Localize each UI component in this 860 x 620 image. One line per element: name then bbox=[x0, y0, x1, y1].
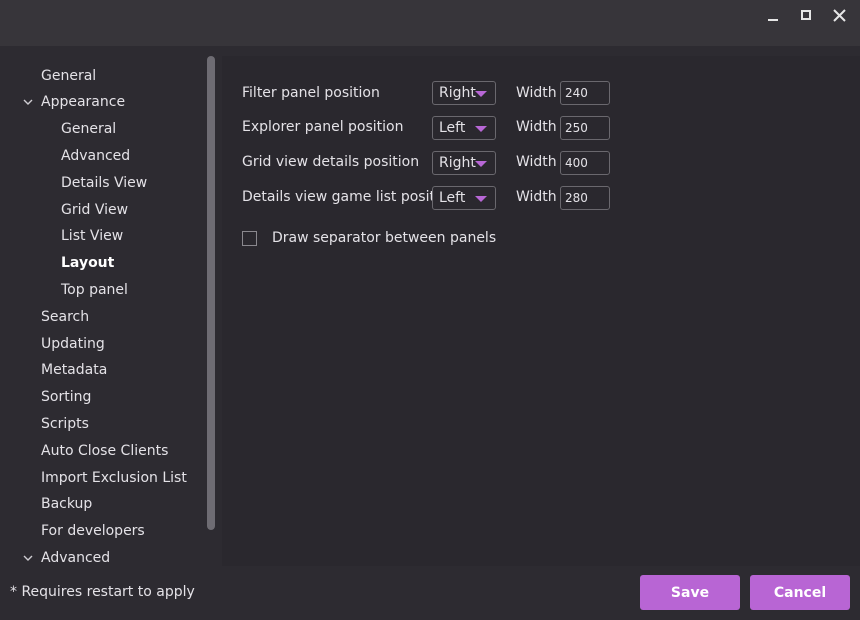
sidebar-item-for-developers[interactable]: For developers bbox=[41, 521, 145, 541]
sidebar-item-updating[interactable]: Updating bbox=[41, 334, 105, 354]
draw-separator-label[interactable]: Draw separator between panels bbox=[272, 228, 496, 248]
sidebar-item-advanced[interactable]: Advanced bbox=[41, 548, 110, 566]
close-icon[interactable] bbox=[828, 6, 850, 24]
sidebar-item-details-view[interactable]: Details View bbox=[61, 173, 147, 193]
title-bar bbox=[0, 0, 860, 46]
grid-view-details-position-select[interactable]: Right bbox=[432, 151, 496, 175]
chevron-down-icon[interactable] bbox=[22, 96, 34, 108]
sidebar-item-layout[interactable]: Layout bbox=[61, 253, 114, 273]
sidebar-item-sorting[interactable]: Sorting bbox=[41, 387, 91, 407]
save-button[interactable]: Save bbox=[640, 575, 740, 610]
sidebar-item-auto-close-clients[interactable]: Auto Close Clients bbox=[41, 441, 168, 461]
sidebar-item-appearance[interactable]: Appearance bbox=[41, 92, 125, 112]
explorer-panel-position-select[interactable]: Left bbox=[432, 116, 496, 140]
sidebar-item-search[interactable]: Search bbox=[41, 307, 89, 327]
filter-panel-position-select[interactable]: Right bbox=[432, 81, 496, 105]
sidebar-item-top-panel[interactable]: Top panel bbox=[61, 280, 128, 300]
sidebar-item-backup[interactable]: Backup bbox=[41, 494, 92, 514]
filter-panel-width-label: Width bbox=[516, 85, 557, 101]
explorer-panel-width-label: Width bbox=[516, 119, 557, 135]
filter-panel-width-input[interactable] bbox=[560, 81, 610, 105]
dropdown-arrow-icon bbox=[475, 161, 487, 167]
explorer-panel-width-input[interactable] bbox=[560, 116, 610, 140]
grid-view-details-width-label: Width bbox=[516, 154, 557, 170]
sidebar-item-general[interactable]: General bbox=[41, 66, 96, 86]
details-view-game-list-width-label: Width bbox=[516, 189, 557, 205]
filter-panel-position-value: Right bbox=[439, 85, 476, 101]
settings-sidebar: General Appearance General Advanced Deta… bbox=[0, 56, 220, 566]
sidebar-item-grid-view[interactable]: Grid View bbox=[61, 200, 128, 220]
details-view-game-list-position-select[interactable]: Left bbox=[432, 186, 496, 210]
explorer-panel-position-label: Explorer panel position bbox=[242, 119, 404, 135]
draw-separator-checkbox[interactable] bbox=[242, 231, 257, 246]
sidebar-item-import-exclusion-list[interactable]: Import Exclusion List bbox=[41, 468, 187, 488]
cancel-button[interactable]: Cancel bbox=[750, 575, 850, 610]
sidebar-item-appearance-advanced[interactable]: Advanced bbox=[61, 146, 130, 166]
details-view-game-list-position-label: Details view game list position bbox=[242, 189, 457, 205]
explorer-panel-position-value: Left bbox=[439, 120, 466, 136]
details-view-game-list-width-input[interactable] bbox=[560, 186, 610, 210]
grid-view-details-position-label: Grid view details position bbox=[242, 154, 420, 170]
sidebar-item-appearance-general[interactable]: General bbox=[61, 119, 116, 139]
dropdown-arrow-icon bbox=[475, 126, 487, 132]
chevron-down-icon[interactable] bbox=[22, 552, 34, 564]
maximize-icon[interactable] bbox=[795, 6, 817, 24]
sidebar-scrollbar[interactable] bbox=[207, 56, 215, 530]
grid-view-details-width-input[interactable] bbox=[560, 151, 610, 175]
dropdown-arrow-icon bbox=[475, 196, 487, 202]
sidebar-item-scripts[interactable]: Scripts bbox=[41, 414, 89, 434]
sidebar-item-metadata[interactable]: Metadata bbox=[41, 360, 107, 380]
details-view-game-list-position-value: Left bbox=[439, 190, 466, 206]
restart-note: * Requires restart to apply bbox=[10, 584, 195, 600]
sidebar-item-list-view[interactable]: List View bbox=[61, 226, 123, 246]
minimize-icon[interactable] bbox=[762, 6, 784, 24]
dropdown-arrow-icon bbox=[475, 91, 487, 97]
filter-panel-position-label: Filter panel position bbox=[242, 85, 380, 101]
grid-view-details-position-value: Right bbox=[439, 155, 476, 171]
